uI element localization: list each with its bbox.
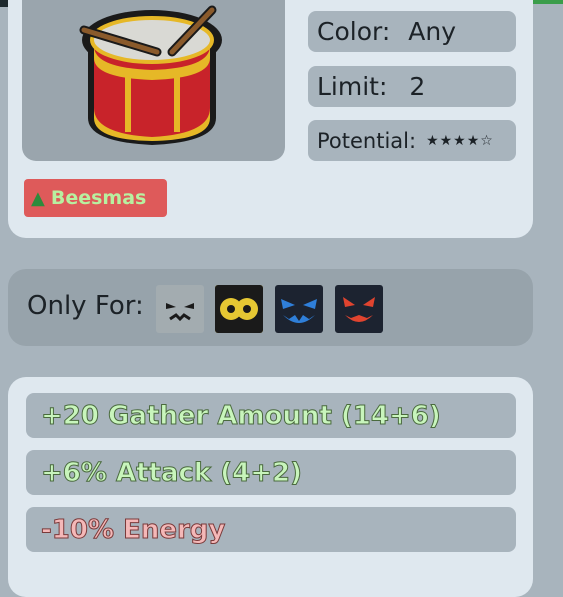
limit-field: Limit: 2 (308, 66, 516, 107)
blue-bee-icon (275, 285, 323, 333)
color-field: Color: Any (308, 11, 516, 52)
stat-row: +20 Gather Amount (14+6) (26, 393, 516, 438)
beesmas-label: Beesmas (50, 187, 147, 209)
potential-stars: ★★★★☆ (426, 132, 494, 149)
yellow-bee-icon (215, 285, 263, 333)
beesmas-badge: ▲ Beesmas (24, 179, 167, 217)
limit-value: 2 (409, 72, 426, 101)
stat-row: -10% Energy (26, 507, 516, 552)
stat-text: +20 Gather Amount (14+6) (41, 400, 442, 431)
potential-label: Potential: (317, 128, 417, 153)
red-bee-icon (335, 285, 383, 333)
stat-text: -10% Energy (40, 514, 226, 545)
stat-text: +6% Attack (4+2) (41, 457, 303, 488)
christmas-tree-icon: ▲ (31, 187, 45, 209)
gray-bee-icon (156, 285, 204, 333)
limit-label: Limit: (317, 72, 388, 101)
stat-row: +6% Attack (4+2) (26, 450, 516, 495)
color-value: Any (408, 17, 457, 46)
potential-field: Potential: ★★★★☆ (308, 120, 516, 161)
drum-icon (22, 0, 285, 161)
color-label: Color: (317, 17, 391, 46)
only-for-label: Only For: (27, 291, 144, 321)
